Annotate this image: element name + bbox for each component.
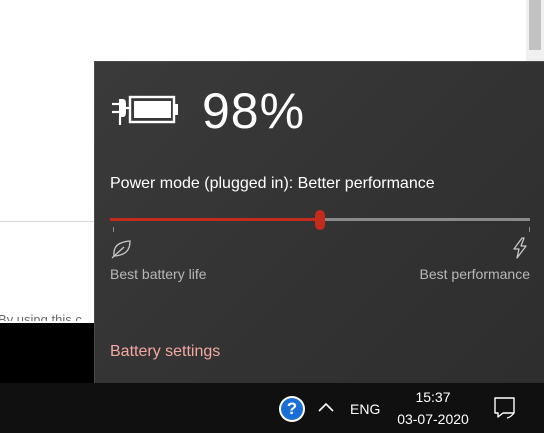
slider-thumb[interactable] <box>315 210 325 230</box>
help-glyph: ? <box>281 398 303 420</box>
battery-percentage: 98% <box>202 83 306 139</box>
chevron-up-icon[interactable] <box>316 400 336 414</box>
best-performance-label: Best performance <box>419 266 531 282</box>
slider-tick <box>529 227 530 232</box>
clock-time[interactable]: 15:37 <box>394 389 472 405</box>
background-scrollbar-thumb[interactable] <box>529 0 541 50</box>
slider-track-filled[interactable] <box>110 218 320 221</box>
input-language-indicator[interactable]: ENG <box>350 401 380 417</box>
background-black-panel <box>0 323 96 383</box>
leaf-icon <box>111 240 131 259</box>
clock-date[interactable]: 03-07-2020 <box>394 411 472 427</box>
best-battery-life-label: Best battery life <box>110 266 207 282</box>
power-mode-slider[interactable] <box>110 210 530 230</box>
background-divider <box>0 221 96 222</box>
slider-tick <box>113 227 114 232</box>
slider-track-remaining[interactable] <box>320 218 530 221</box>
battery-charging-icon <box>112 95 178 125</box>
action-center-icon[interactable] <box>493 396 517 420</box>
battery-settings-link[interactable]: Battery settings <box>110 343 220 361</box>
help-question-icon[interactable]: ? <box>279 396 305 422</box>
taskbar: ? ENG 15:37 03-07-2020 <box>0 383 544 433</box>
lightning-bolt-icon <box>513 237 527 259</box>
power-mode-label: Power mode (plugged in): Better performa… <box>110 175 435 192</box>
battery-flyout: 98% Power mode (plugged in): Better perf… <box>94 61 544 383</box>
